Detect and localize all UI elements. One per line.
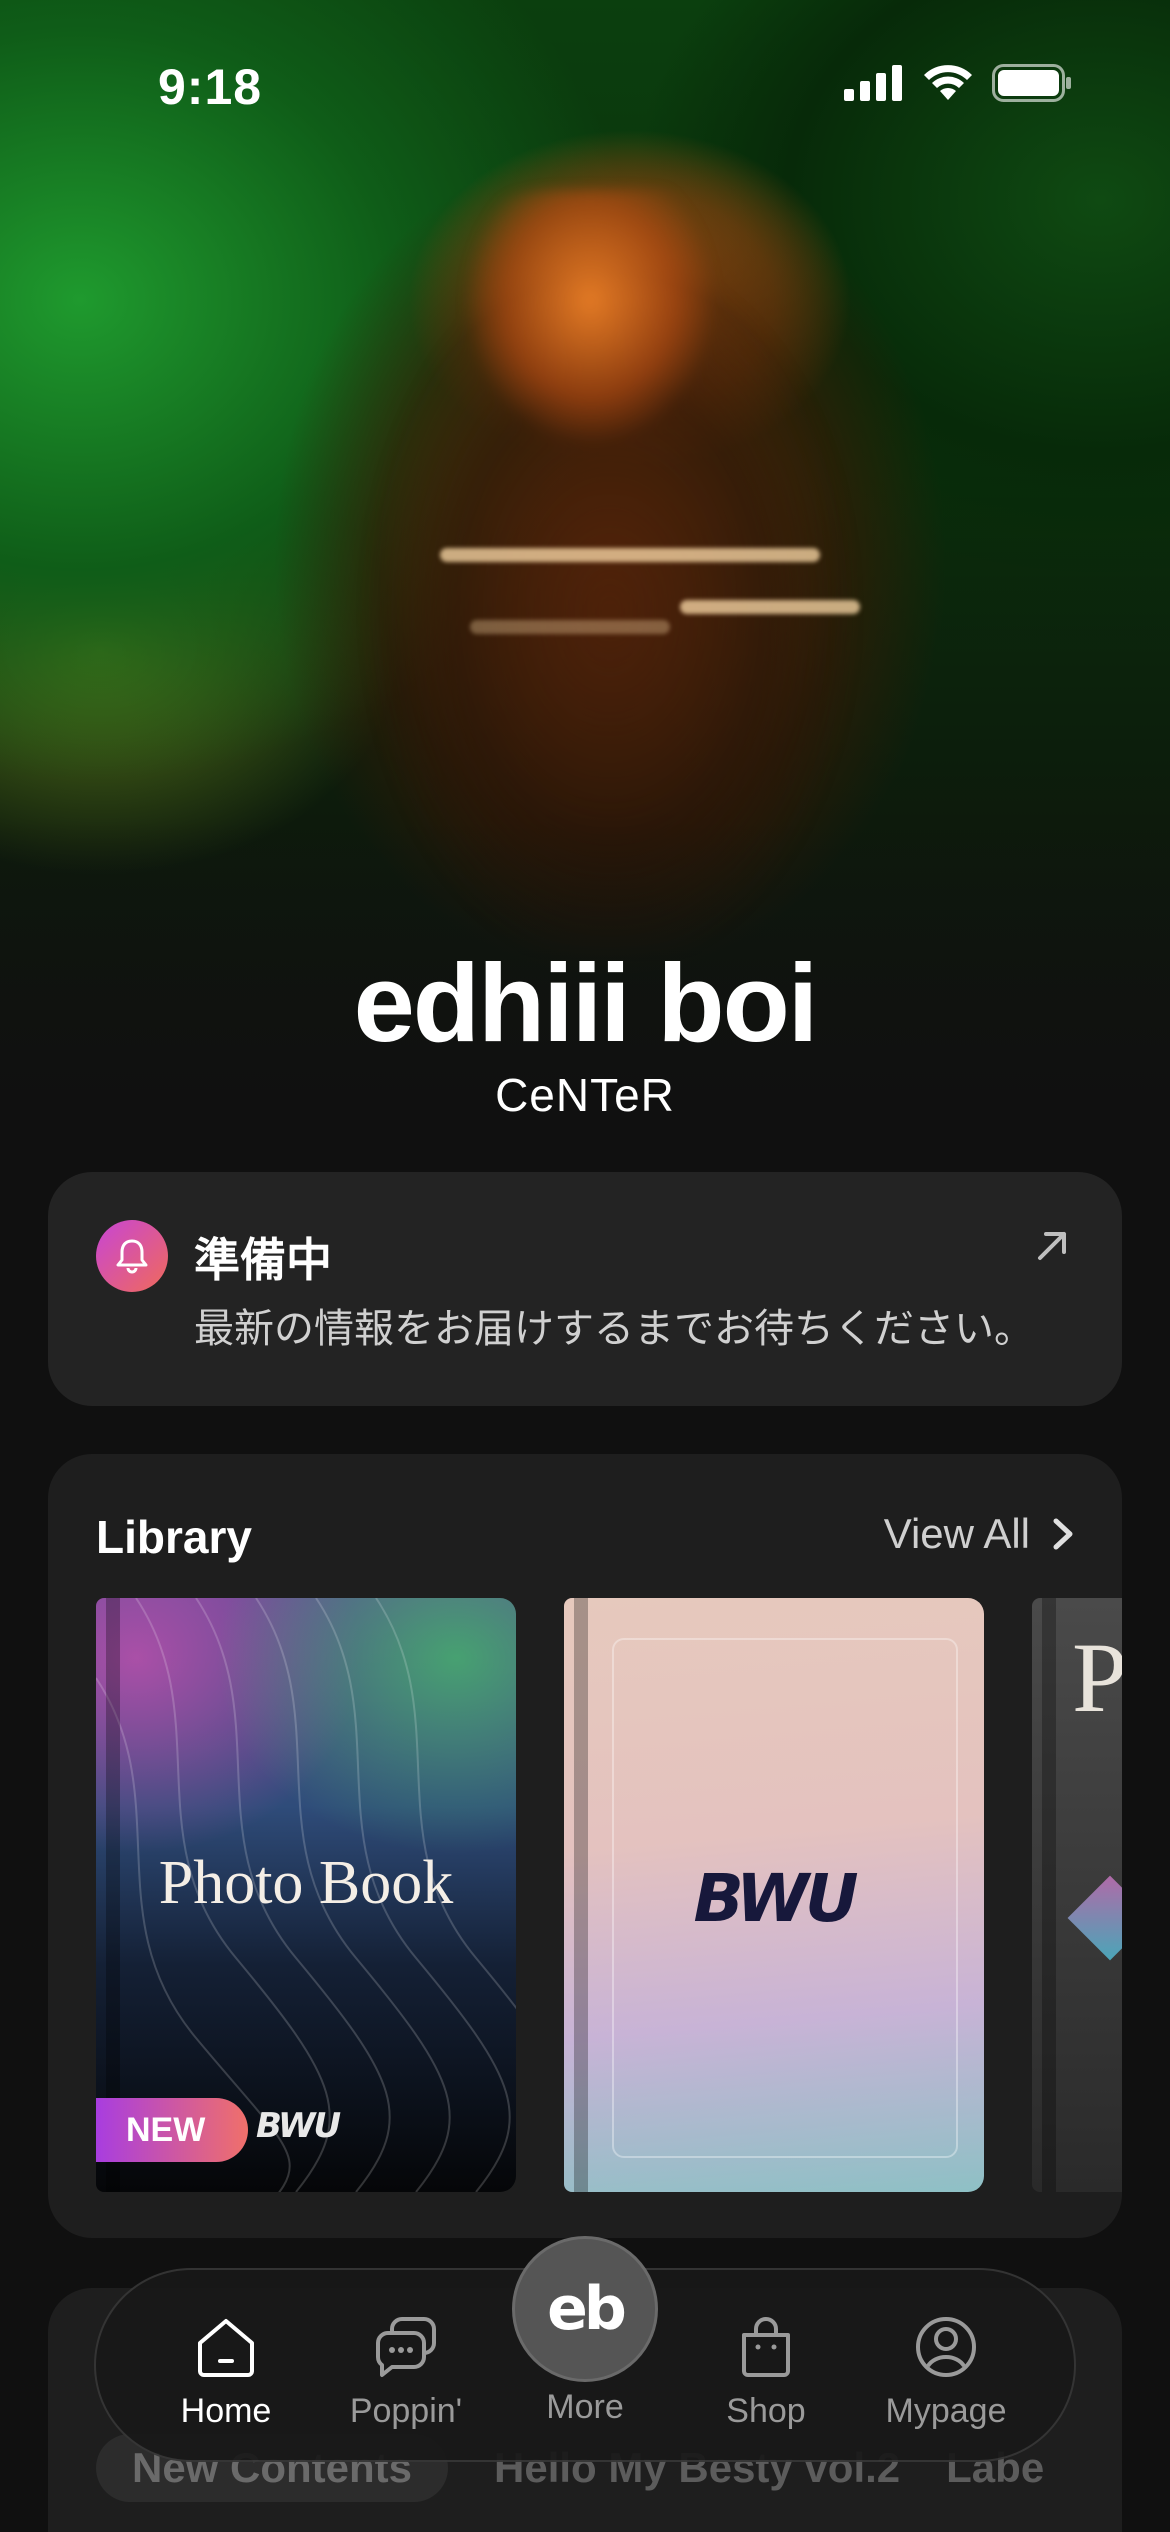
- library-book-bwu[interactable]: BWU: [564, 1598, 984, 2192]
- gem-graphic: [1067, 1875, 1122, 1961]
- eb-logo-icon[interactable]: eb: [512, 2236, 658, 2382]
- status-time: 9:18: [158, 59, 263, 115]
- notice-message: 最新の情報をお届けするまでお待ちください。: [194, 1307, 1034, 1351]
- light-streak: [470, 620, 670, 634]
- tab-home[interactable]: Home: [146, 2310, 306, 2431]
- notice-title: 準備中: [194, 1234, 332, 1286]
- book-cover-title: P B: [1072, 1622, 1122, 1733]
- home-icon: [198, 2319, 254, 2377]
- book-spine: [1042, 1598, 1056, 2192]
- tab-home-label: Home: [180, 2392, 272, 2430]
- library-book-photo-book[interactable]: Photo Book BWU NEW: [96, 1598, 516, 2192]
- artist-name: edhiii boi: [353, 942, 819, 1065]
- user-circle-icon: [916, 2317, 976, 2377]
- tab-mypage[interactable]: Mypage: [866, 2310, 1026, 2431]
- notice-card[interactable]: 準備中 最新の情報をお届けするまでお待ちください。: [48, 1172, 1122, 1406]
- tab-poppin[interactable]: Poppin': [326, 2310, 486, 2431]
- library-section: Library View All Photo Book BWU NEW BWU …: [48, 1454, 1122, 2238]
- wifi-icon: [924, 65, 972, 100]
- status-icons: [844, 64, 1072, 102]
- bell-icon: [96, 1220, 168, 1292]
- shopping-bag-icon: [742, 2317, 790, 2377]
- library-title: Library: [96, 1511, 252, 1563]
- light-streak: [680, 600, 860, 614]
- chevron-right-icon: [1053, 1518, 1073, 1550]
- new-badge: NEW: [96, 2098, 248, 2162]
- cellular-signal-icon: [844, 65, 902, 101]
- bwu-logo: BWU: [693, 1860, 858, 1937]
- book-cover-title: Photo Book: [158, 1849, 454, 1917]
- view-all-link[interactable]: View All: [884, 1510, 1074, 1558]
- tab-poppin-label: Poppin': [349, 2392, 463, 2430]
- chat-bubbles-icon: [376, 2317, 436, 2377]
- battery-icon: [992, 64, 1071, 102]
- library-book-partial[interactable]: P B: [1032, 1598, 1122, 2192]
- tab-shop[interactable]: Shop: [686, 2310, 846, 2431]
- arrow-up-right-icon[interactable]: [1032, 1226, 1072, 1266]
- light-streak: [440, 548, 820, 562]
- group-name: CeNTeR: [495, 1069, 675, 1121]
- bwu-logo: BWU: [256, 2106, 341, 2146]
- tab-shop-label: Shop: [726, 2392, 806, 2430]
- tab-more-label: More: [546, 2388, 624, 2426]
- tab-mypage-label: Mypage: [885, 2392, 1007, 2430]
- view-all-label: View All: [883, 1510, 1030, 1557]
